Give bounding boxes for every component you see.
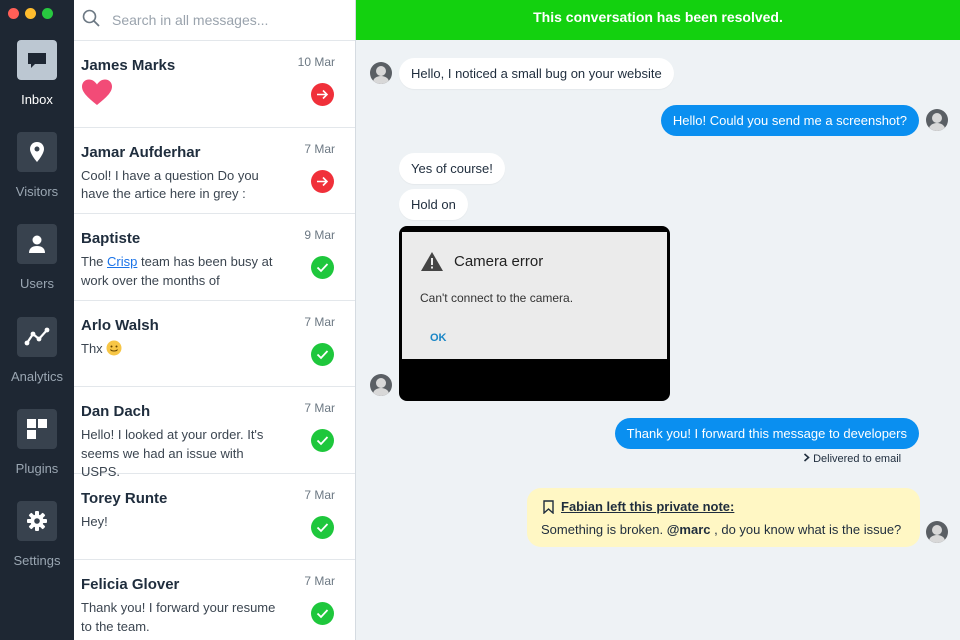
message-bubble: Hello! Could you send me a screenshot? bbox=[660, 105, 919, 136]
camera-error-dialog: Camera error Can't connect to the camera… bbox=[402, 232, 667, 359]
bookmark-icon bbox=[543, 500, 554, 514]
inbox-icon bbox=[17, 40, 57, 80]
dialog-ok-button: OK bbox=[430, 332, 447, 344]
conversation-date: 7 Mar bbox=[304, 401, 335, 415]
conversation-item[interactable]: Felicia Glover 7 Mar Thank you! I forwar… bbox=[74, 560, 355, 640]
resolved-status-badge bbox=[311, 602, 334, 625]
pending-status-badge bbox=[311, 83, 334, 106]
conversation-list: James Marks 10 Mar Jamar Aufderhar 7 Mar… bbox=[74, 0, 356, 640]
conversation-item[interactable]: Jamar Aufderhar 7 Mar Cool! I have a que… bbox=[74, 128, 355, 214]
visitor-avatar bbox=[370, 374, 392, 396]
conversation-item[interactable]: Torey Runte 7 Mar Hey! bbox=[74, 474, 355, 560]
conversation-item[interactable]: James Marks 10 Mar bbox=[74, 41, 355, 128]
minimize-window-button[interactable] bbox=[25, 8, 36, 19]
dialog-message: Can't connect to the camera. bbox=[420, 291, 574, 305]
conversation-date: 7 Mar bbox=[304, 574, 335, 588]
sidebar-item-label: Visitors bbox=[15, 184, 59, 199]
screenshot-attachment[interactable]: Camera error Can't connect to the camera… bbox=[399, 226, 670, 401]
arrow-right-icon bbox=[317, 176, 329, 186]
conversation-preview: Thx bbox=[81, 340, 286, 359]
checkmark-icon bbox=[316, 522, 329, 532]
chat-panel: This conversation has been resolved. Hel… bbox=[356, 0, 960, 640]
visitor-avatar bbox=[370, 62, 392, 84]
sidebar-item-analytics[interactable]: Analytics bbox=[0, 317, 74, 384]
preview-text: Thx bbox=[81, 340, 103, 356]
sidebar-item-settings[interactable]: Settings bbox=[0, 501, 74, 568]
checkmark-icon bbox=[316, 263, 329, 273]
arrow-right-icon bbox=[317, 89, 329, 100]
conversation-item[interactable]: Baptiste 9 Mar The Crisp team has been b… bbox=[74, 214, 355, 301]
sidebar-item-visitors[interactable]: Visitors bbox=[0, 132, 74, 199]
pending-status-badge bbox=[311, 169, 334, 193]
chevron-right-icon bbox=[803, 453, 810, 462]
private-note: Fabian left this private note: Something… bbox=[527, 488, 920, 547]
conversation-preview: Hey! bbox=[81, 513, 108, 529]
mention[interactable]: @marc bbox=[667, 522, 711, 537]
message-bubble: Yes of course! bbox=[399, 153, 505, 184]
user-icon bbox=[17, 224, 57, 264]
conversation-item[interactable]: Dan Dach 7 Mar Hello! I looked at your o… bbox=[74, 387, 355, 479]
delivery-status-text: Delivered to email bbox=[813, 453, 902, 465]
private-note-title: Fabian left this private note: bbox=[561, 499, 735, 514]
conversation-date: 10 Mar bbox=[297, 55, 335, 69]
message-bubble: Thank you! I forward this message to dev… bbox=[614, 418, 919, 449]
dialog-title: Camera error bbox=[454, 253, 544, 270]
conversation-date: 7 Mar bbox=[304, 487, 335, 502]
conversation-preview: Thank you! I forward your resume to the … bbox=[81, 600, 276, 634]
heart-icon bbox=[81, 78, 347, 111]
sidebar-item-inbox[interactable]: Inbox bbox=[0, 40, 74, 107]
gear-icon bbox=[17, 501, 57, 541]
private-note-text: Something is broken. @marc , do you know… bbox=[541, 522, 901, 537]
conversation-date: 9 Mar bbox=[304, 228, 335, 242]
checkmark-icon bbox=[316, 349, 329, 359]
close-window-button[interactable] bbox=[8, 8, 19, 19]
message-bubble: Hello, I noticed a small bug on your web… bbox=[399, 58, 674, 89]
note-text: , do you know what is the issue? bbox=[710, 522, 902, 537]
search-bar bbox=[74, 0, 355, 41]
location-pin-icon bbox=[17, 132, 57, 172]
plugins-icon bbox=[17, 409, 57, 449]
window-controls bbox=[8, 8, 53, 19]
preview-text: The bbox=[81, 254, 108, 269]
resolved-status-badge bbox=[311, 256, 334, 279]
operator-avatar bbox=[926, 109, 948, 131]
analytics-icon bbox=[17, 317, 57, 357]
operator-avatar bbox=[926, 521, 948, 543]
sidebar-item-plugins[interactable]: Plugins bbox=[0, 409, 74, 476]
search-input[interactable] bbox=[112, 12, 332, 28]
warning-icon bbox=[421, 252, 443, 271]
conversation-item[interactable]: Arlo Walsh 7 Mar Thx bbox=[74, 301, 355, 387]
crisp-link[interactable]: Crisp bbox=[107, 254, 137, 269]
checkmark-icon bbox=[316, 436, 329, 446]
search-icon bbox=[82, 9, 100, 32]
sidebar-item-label: Analytics bbox=[10, 369, 64, 384]
resolved-status-badge bbox=[311, 429, 334, 452]
sidebar-item-users[interactable]: Users bbox=[0, 224, 74, 291]
conversation-preview: Cool! I have a question Do you have the … bbox=[81, 167, 259, 202]
slightly-smiling-face-icon bbox=[106, 340, 122, 355]
conversation-date: 7 Mar bbox=[304, 141, 335, 156]
sidebar-item-label: Plugins bbox=[15, 461, 59, 476]
conversation-date: 7 Mar bbox=[304, 314, 335, 329]
sidebar-item-label: Inbox bbox=[21, 92, 53, 107]
conversation-preview: The Crisp team has been busy at work ove… bbox=[81, 253, 286, 290]
resolved-status-badge bbox=[311, 342, 334, 366]
zoom-window-button[interactable] bbox=[42, 8, 53, 19]
message-bubble: Hold on bbox=[399, 189, 468, 220]
delivery-status: Delivered to email bbox=[803, 453, 901, 465]
sidebar-item-label: Settings bbox=[13, 553, 61, 568]
sidebar: Inbox Visitors Users Analytics Plugins S… bbox=[0, 0, 74, 640]
checkmark-icon bbox=[316, 609, 329, 619]
resolved-status-badge bbox=[311, 515, 334, 539]
note-text: Something is broken. bbox=[541, 522, 667, 537]
sidebar-item-label: Users bbox=[20, 276, 54, 291]
resolved-banner: This conversation has been resolved. bbox=[356, 0, 960, 40]
